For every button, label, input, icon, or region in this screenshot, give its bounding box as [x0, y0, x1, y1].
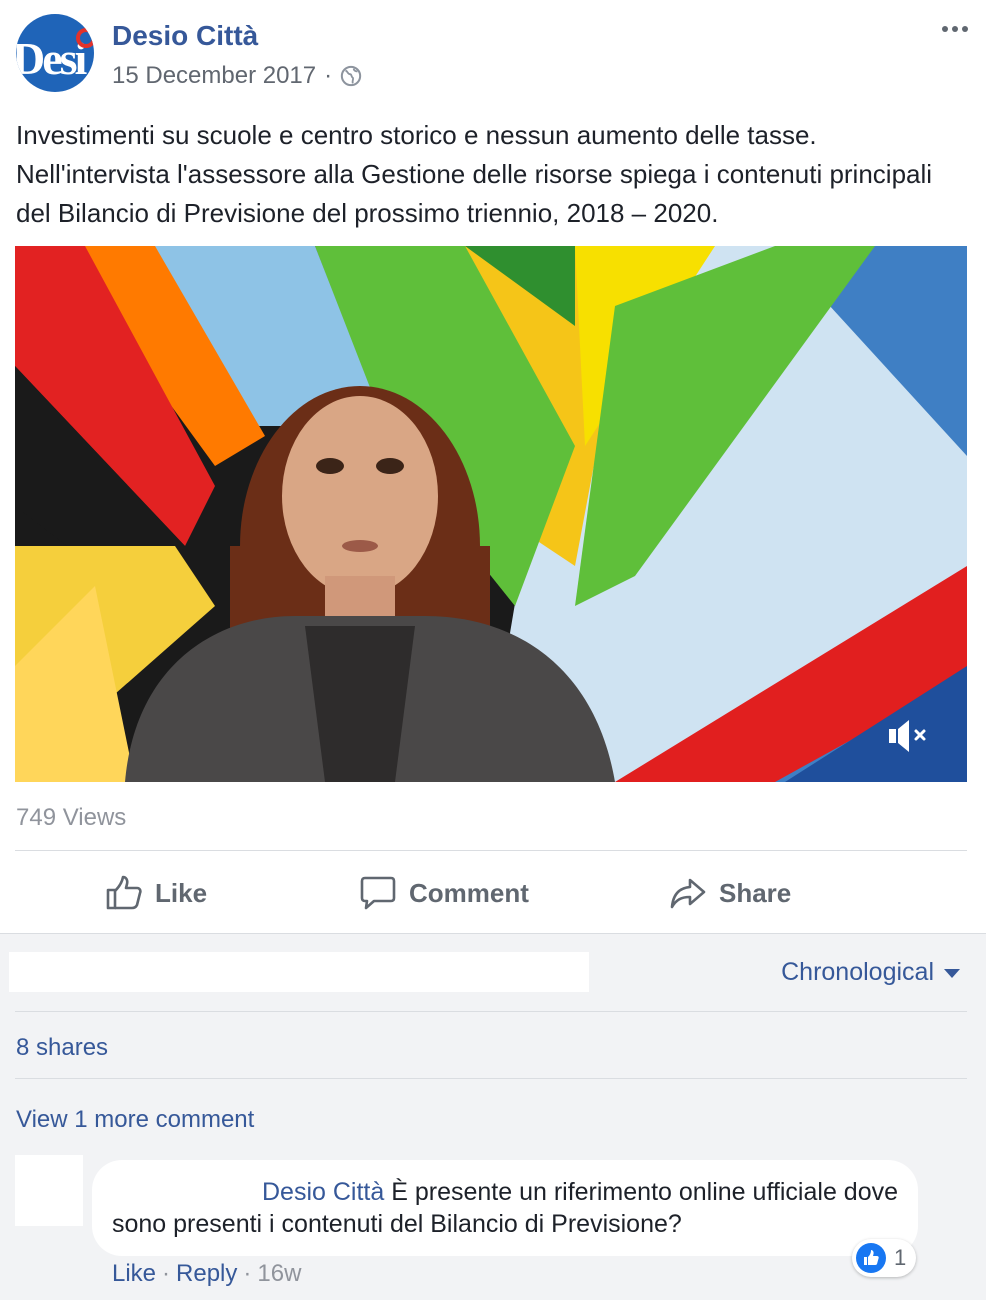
post-card: Desi Desio Città 15 December 2017 · Inve… [0, 0, 986, 933]
view-more-comments-link[interactable]: View 1 more comment [16, 1106, 254, 1134]
video-frame [15, 246, 967, 782]
share-button[interactable]: Share [669, 860, 791, 926]
like-label: Like [155, 877, 208, 908]
like-button[interactable]: Like [105, 860, 207, 926]
sort-label: Chronological [781, 958, 934, 986]
speech-bubble-icon [360, 876, 396, 910]
comment-button[interactable]: Comment [359, 860, 529, 926]
avatar-logo-mark [76, 28, 94, 48]
post-actions-bar: Like Comment Share [15, 860, 967, 926]
post-date[interactable]: 15 December 2017 [112, 62, 316, 90]
divider [15, 1011, 967, 1012]
comment-label: Comment [409, 877, 529, 908]
more-options-button[interactable] [940, 18, 970, 40]
reaction-summary[interactable]: 1 [852, 1239, 917, 1277]
divider [15, 850, 967, 851]
thumbs-up-icon [106, 875, 142, 910]
like-reaction-icon [856, 1243, 886, 1273]
commenter-avatar[interactable] [15, 1155, 83, 1226]
comment-mention-link[interactable]: Desio Città [262, 1178, 384, 1206]
divider [15, 1078, 967, 1079]
comment-timestamp[interactable]: 16w [257, 1260, 301, 1288]
sort-dropdown[interactable]: Chronological [781, 958, 960, 987]
shares-link[interactable]: 8 shares [16, 1034, 108, 1062]
comment-filter-box [9, 952, 589, 992]
avatar-logo-text: Desi [16, 33, 87, 84]
more-options-icon [942, 26, 968, 32]
view-count: 749 Views [16, 804, 127, 831]
meta-separator: · [324, 62, 333, 89]
separator: · [162, 1260, 171, 1287]
comment-reply-link[interactable]: Reply [176, 1260, 237, 1288]
share-label: Share [719, 877, 792, 908]
post-text: Investimenti su scuole e centro storico … [16, 120, 933, 228]
reaction-count: 1 [894, 1245, 907, 1270]
comment-actions: Like · Reply · 16w [112, 1260, 301, 1288]
page-avatar[interactable]: Desi [16, 14, 94, 92]
comment-like-link[interactable]: Like [112, 1260, 156, 1288]
comments-section: Chronological 8 shares View 1 more comme… [0, 933, 986, 1300]
globe-icon[interactable] [340, 65, 362, 87]
comment-bubble: Desio Città È presente un riferimento on… [92, 1160, 918, 1256]
page-name-link[interactable]: Desio Città [112, 20, 258, 52]
separator: · [243, 1260, 252, 1287]
volume-muted-icon[interactable] [887, 716, 931, 756]
caret-down-icon [944, 969, 960, 978]
post-meta: 15 December 2017 · [112, 62, 362, 90]
share-arrow-icon [670, 878, 706, 909]
video-player[interactable] [15, 246, 967, 782]
comment-text: È presente un riferimento online ufficia… [112, 1178, 899, 1238]
